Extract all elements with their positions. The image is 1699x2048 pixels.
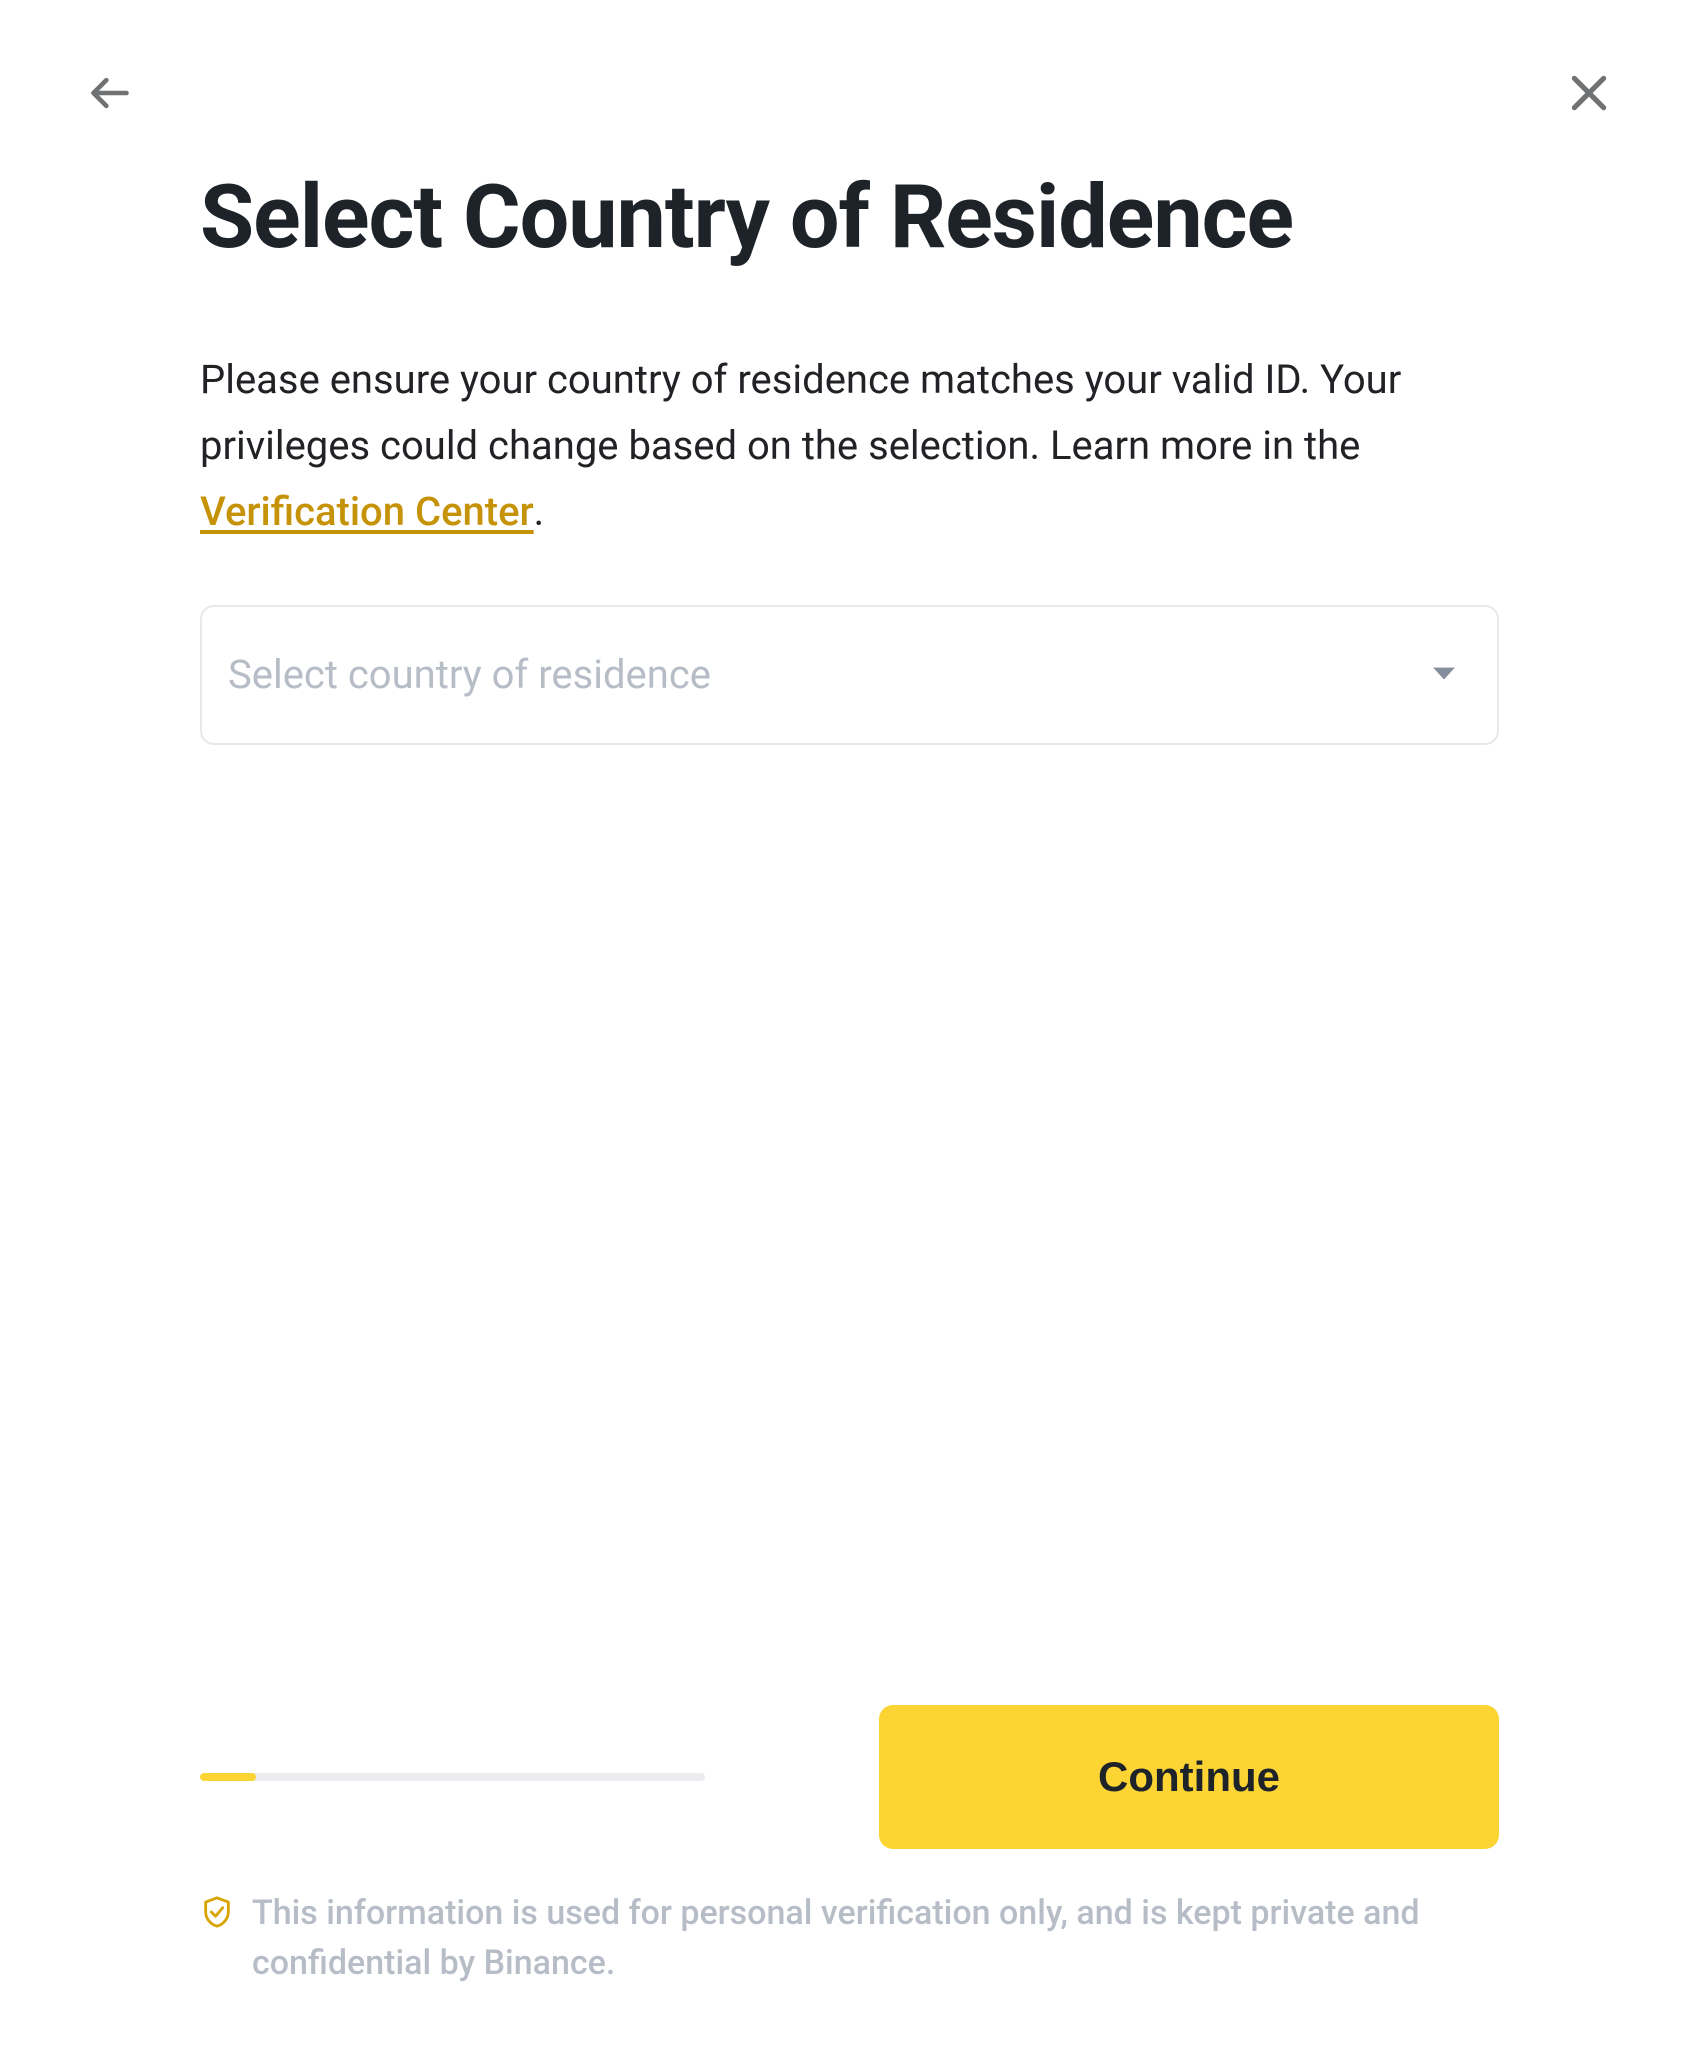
page-title: Select Country of Residence <box>200 170 1499 267</box>
select-placeholder: Select country of residence <box>228 651 711 698</box>
content: Select Country of Residence Please ensur… <box>100 170 1599 1988</box>
shield-check-icon <box>200 1895 234 1933</box>
progress-fill <box>200 1773 256 1781</box>
back-button[interactable] <box>85 70 135 120</box>
close-icon <box>1567 71 1611 119</box>
chevron-down-icon <box>1431 665 1457 685</box>
progress-bar <box>200 1773 705 1781</box>
continue-button[interactable]: Continue <box>879 1705 1499 1849</box>
close-button[interactable] <box>1564 70 1614 120</box>
country-select[interactable]: Select country of residence <box>200 605 1499 745</box>
disclaimer: This information is used for personal ve… <box>200 1889 1499 1988</box>
footer-actions: Continue <box>200 1705 1499 1849</box>
country-selection-modal: Select Country of Residence Please ensur… <box>0 0 1699 2048</box>
subtitle-text-1: Please ensure your country of residence … <box>200 356 1401 469</box>
subtitle-text-2: . <box>534 488 545 535</box>
disclaimer-text: This information is used for personal ve… <box>252 1889 1499 1988</box>
verification-center-link[interactable]: Verification Center <box>200 488 534 535</box>
header-row <box>85 70 1614 120</box>
arrow-left-icon <box>88 71 132 119</box>
subtitle: Please ensure your country of residence … <box>200 347 1499 545</box>
